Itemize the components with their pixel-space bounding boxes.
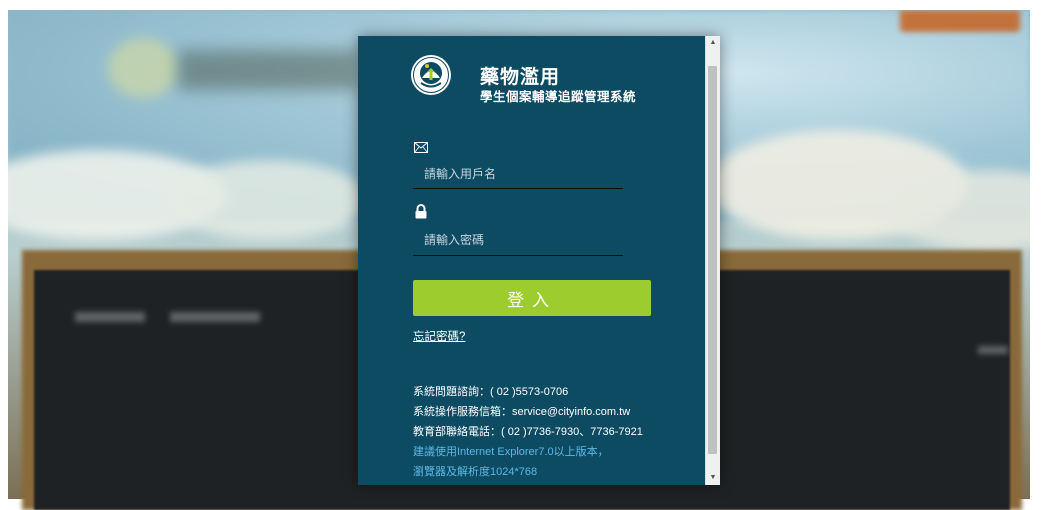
brand-title: 藥物濫用 (480, 67, 561, 88)
support-email-text: 系統操作服務信箱：service@cityinfo.com.tw (413, 406, 631, 418)
lock-icon (415, 204, 427, 224)
chevron-down-icon[interactable]: ▼ (706, 471, 720, 485)
background-site-title (178, 50, 358, 90)
mail-icon (414, 140, 428, 158)
modal-scrollbar[interactable]: ▲ ▼ (705, 36, 720, 485)
ministry-logo (410, 54, 452, 96)
chevron-up-icon[interactable]: ▲ (706, 36, 720, 50)
login-modal: 藥物濫用 學生個案輔導追蹤管理系統 登入 忘記密碼? 系統問題諮詢：( 02 )… (358, 36, 720, 485)
background-board-text (75, 312, 145, 322)
ministry-logo-icon (411, 55, 451, 95)
contact-info: 系統問題諮詢：( 02 )5573-0706 系統操作服務信箱：service@… (413, 382, 703, 482)
background-header-button (900, 10, 1020, 32)
forgot-password-link[interactable]: 忘記密碼? (413, 328, 465, 344)
background-cloud (168, 160, 368, 240)
browser-recommendation-text: 建議使用Internet Explorer7.0以上版本， (413, 446, 609, 458)
resolution-recommendation-text: 瀏覽器及解析度1024*768 (413, 466, 538, 478)
username-input[interactable] (413, 159, 623, 189)
password-input[interactable] (413, 224, 623, 256)
brand-subtitle: 學生個案輔導追蹤管理系統 (480, 90, 637, 104)
background-board-text (978, 346, 1008, 354)
ministry-phone-text: 教育部聯絡電話：( 02 )7736-7930、7736-7921 (413, 426, 643, 438)
login-button[interactable]: 登入 (413, 280, 651, 316)
scrollbar-thumb[interactable] (708, 66, 717, 454)
background-logo (108, 38, 178, 98)
background-board-text (170, 312, 260, 322)
support-phone-text: 系統問題諮詢：( 02 )5573-0706 (413, 386, 569, 398)
